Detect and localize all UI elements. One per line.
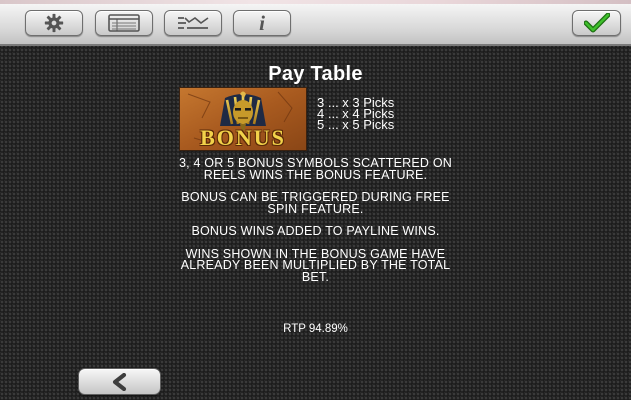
chevron-left-icon (112, 372, 126, 391)
paytable-button[interactable] (95, 10, 153, 36)
rule-paragraph: 3, 4 OR 5 BONUS SYMBOLS SCATTERED ON REE… (0, 157, 631, 182)
rtp-text: RTP 94.89% (283, 323, 348, 335)
rules-icon (178, 17, 209, 29)
back-button[interactable] (78, 368, 161, 395)
checkmark-icon (583, 13, 610, 33)
settings-button[interactable] (25, 10, 83, 36)
rule-paragraph: BONUS CAN BE TRIGGERED DURING FREE SPIN … (0, 191, 631, 216)
top-toolbar: i (0, 0, 631, 46)
rule-line: BONUS WINS ADDED TO PAYLINE WINS. (191, 224, 440, 238)
info-button[interactable]: i (233, 10, 291, 36)
rule-line: SPIN FEATURE. (267, 201, 364, 216)
rule-line: BET. (301, 269, 330, 284)
bonus-symbol-image: BONUS (179, 87, 307, 151)
picks-row: 5 ... x 5 Picks (317, 117, 395, 132)
bonus-picks-list: 3 ... x 3 Picks 4 ... x 4 Picks 5 ... x … (317, 96, 395, 132)
bonus-rules: 3, 4 OR 5 BONUS SYMBOLS SCATTERED ON REE… (0, 157, 631, 294)
info-icon: i (259, 11, 265, 35)
top-decor-strip (0, 0, 631, 4)
rule-paragraph: BONUS WINS ADDED TO PAYLINE WINS. (0, 224, 631, 238)
paytable-icon (108, 14, 140, 32)
gear-icon (44, 13, 64, 33)
bonus-symbol-label: BONUS (200, 125, 286, 150)
rule-paragraph: WINS SHOWN IN THE BONUS GAME HAVE ALREAD… (0, 248, 631, 284)
rule-line: REELS WINS THE BONUS FEATURE. (203, 167, 428, 182)
rules-button[interactable] (164, 10, 222, 36)
page-title: Pay Table (268, 63, 363, 85)
confirm-button[interactable] (572, 10, 621, 36)
